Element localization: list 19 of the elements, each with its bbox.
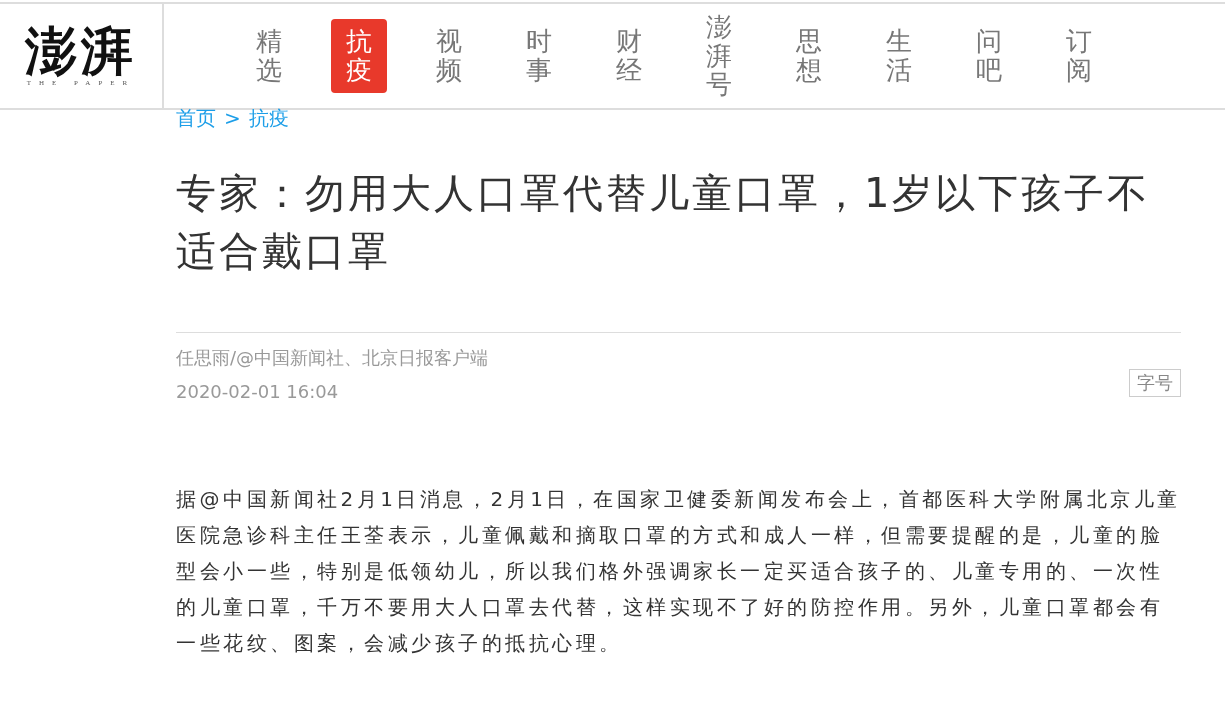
font-size-button[interactable]: 字号 (1129, 369, 1181, 397)
nav-tab[interactable]: 视频 (421, 19, 477, 93)
article-source: 任思雨/@中国新闻社、北京日报客户端 (176, 346, 489, 370)
breadcrumb-link[interactable]: 抗疫 (248, 108, 289, 128)
nav-tab[interactable]: 抗疫 (331, 19, 387, 93)
nav-tab[interactable]: 澎湃号 (691, 5, 747, 107)
article-title: 专家：勿用大人口罩代替儿童口罩，1岁以下孩子不适合戴口罩 (176, 169, 1152, 276)
nav-tab[interactable]: 问吧 (961, 19, 1017, 93)
nav-tab[interactable]: 订阅 (1051, 19, 1107, 93)
site-logo[interactable]: 澎湃 (25, 25, 137, 77)
breadcrumb-link[interactable]: 首页 (176, 108, 216, 128)
nav-tab[interactable]: 时事 (511, 19, 567, 93)
article-date: 2020-02-01 16:04 (176, 380, 340, 404)
nav-tab[interactable]: 财经 (601, 19, 657, 93)
nav-tab[interactable]: 思想 (781, 19, 837, 93)
nav-tab[interactable]: 精选 (241, 19, 297, 93)
article-paragraph: 据@中国新闻社2月1日消息，2月1日，在国家卫健委新闻发布会上，首都医科大学附属北京儿童医院急诊科主任王荃表示，儿童佩戴和摘取口罩的方式和成人一样，但需要提醒的是，儿童的脸型会小一些，特别是低领幼儿，所以我们格外强调家长一定买适合孩子的、儿童专用的、一次性的儿童口罩，千万不要用大人口罩去代替，这样实现不了好的防控作用。另外，儿童口罩都会有一些花纹、图案，会减少孩子的抵抗心理。 (176, 486, 1181, 657)
nav-tab[interactable]: 生活 (871, 19, 927, 93)
breadcrumb-separator: > (224, 108, 241, 128)
